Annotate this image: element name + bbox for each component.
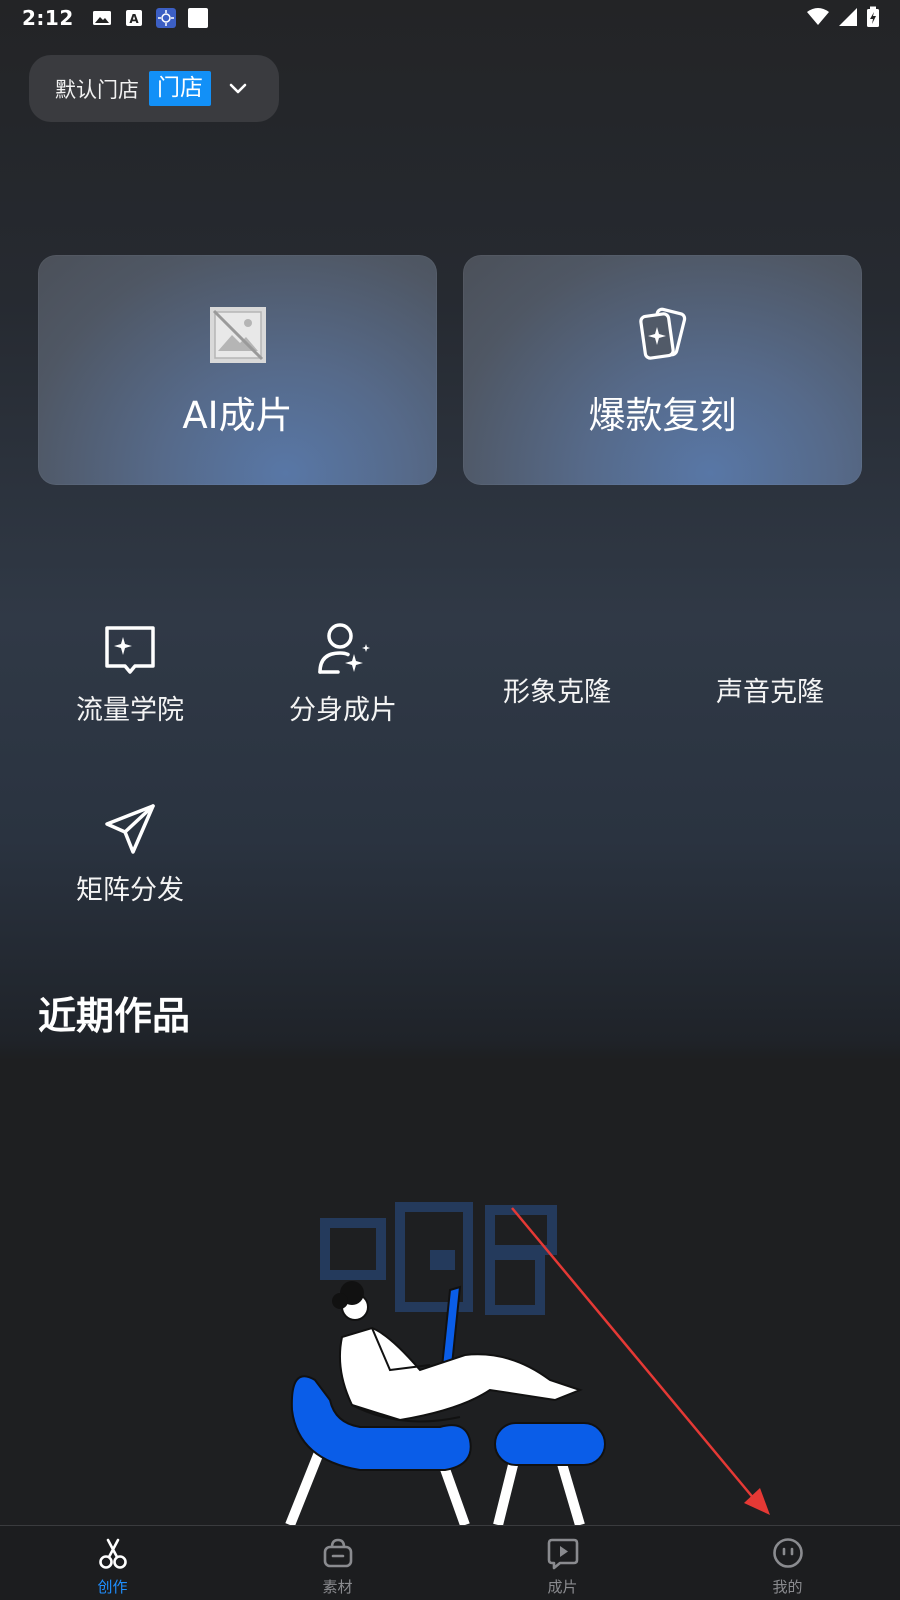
store-selector[interactable]: 默认门店 门店 <box>29 55 279 122</box>
play-bubble-icon <box>547 1538 578 1570</box>
bag-icon <box>323 1538 352 1568</box>
scissors-icon <box>98 1538 127 1569</box>
notification-icons: A <box>92 8 208 28</box>
tool-matrix-distribution[interactable]: 矩阵分发 <box>55 800 205 907</box>
font-icon: A <box>125 10 142 26</box>
nav-label: 创作 <box>97 1578 128 1596</box>
tool-avatar-video[interactable]: 分身成片 <box>268 620 418 727</box>
tool-label: 声音克隆 <box>716 677 824 708</box>
status-bar: 2:12 A <box>0 0 900 36</box>
broken-image-icon <box>209 307 266 363</box>
recent-works-title: 近期作品 <box>38 994 191 1038</box>
nav-profile[interactable]: 我的 <box>675 1526 900 1600</box>
person-sparkle-icon <box>318 623 370 674</box>
empty-state-illustration <box>285 1202 606 1525</box>
store-name: 默认门店 <box>55 77 139 102</box>
nav-videos[interactable]: 成片 <box>450 1526 675 1600</box>
battery-charging-icon <box>867 6 879 27</box>
viral-copy-label: 爆款复刻 <box>588 394 737 437</box>
ai-video-card[interactable]: AI成片 <box>38 255 437 485</box>
chevron-down-icon <box>229 83 247 93</box>
store-tag: 门店 <box>149 71 211 106</box>
nav-label: 成片 <box>547 1578 578 1596</box>
tool-traffic-academy[interactable]: 流量学院 <box>55 620 205 727</box>
send-icon <box>105 804 155 854</box>
bottom-nav: 创作 素材 成片 我的 <box>0 1525 900 1600</box>
viral-copy-card[interactable]: 爆款复刻 <box>463 255 862 485</box>
tool-image-clone[interactable]: 形象克隆 <box>482 670 632 709</box>
app-icon <box>155 8 176 28</box>
nav-label: 素材 <box>322 1578 353 1596</box>
image-icon <box>92 11 111 25</box>
nav-label: 我的 <box>772 1578 803 1596</box>
status-time: 2:12 <box>22 6 74 30</box>
system-icons <box>806 6 880 28</box>
nav-create[interactable]: 创作 <box>0 1526 225 1600</box>
book-sparkle-icon <box>105 626 155 674</box>
tool-label: 分身成片 <box>289 695 397 726</box>
blank-icon <box>187 8 208 28</box>
ai-video-label: AI成片 <box>182 394 293 437</box>
tool-label: 流量学院 <box>76 695 184 726</box>
tool-voice-clone[interactable]: 声音克隆 <box>695 670 845 709</box>
svg-text:A: A <box>129 12 139 26</box>
sparkle-cards-icon <box>638 307 686 360</box>
tool-label: 矩阵分发 <box>76 875 184 906</box>
nav-materials[interactable]: 素材 <box>225 1526 450 1600</box>
tool-label: 形象克隆 <box>503 677 611 708</box>
wifi-icon <box>807 8 829 25</box>
face-icon <box>772 1538 803 1568</box>
signal-icon <box>839 8 857 26</box>
